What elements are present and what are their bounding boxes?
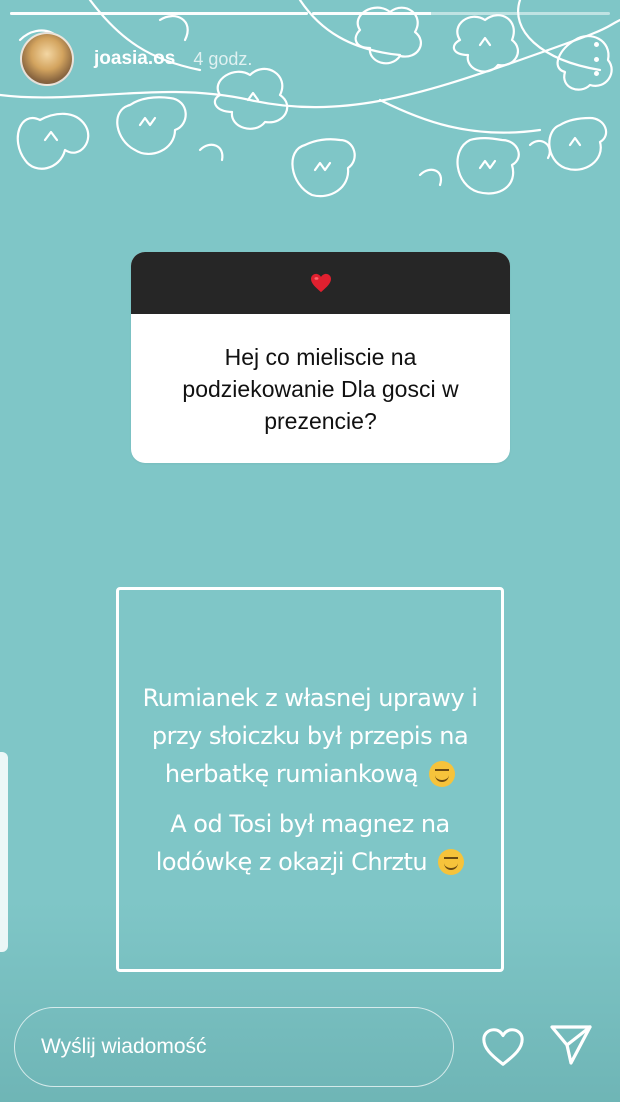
smiling-face-emoji-icon xyxy=(429,760,456,787)
username[interactable]: joasia.os xyxy=(94,48,175,70)
reply-placeholder: Wyślij wiadomość xyxy=(41,1035,207,1058)
reply-message-input[interactable]: Wyślij wiadomość xyxy=(14,1007,454,1087)
question-sticker: Hej co mieliscie na podziekowanie Dla go… xyxy=(131,252,510,463)
question-text: Hej co mieliscie na podziekowanie Dla go… xyxy=(182,343,459,434)
heart-icon[interactable] xyxy=(480,1025,526,1069)
progress-segment-1 xyxy=(10,12,308,15)
progress-segment-2 xyxy=(312,12,610,15)
heart-emoji-icon xyxy=(310,273,331,293)
side-edge-card xyxy=(0,752,8,952)
more-options-icon[interactable] xyxy=(586,40,606,78)
answer-box: Rumianek z własnej uprawy i przy słoiczk… xyxy=(116,587,504,972)
answer-paragraph-2: A od Tosi był magnez na lodówkę z okazji… xyxy=(119,805,501,881)
avatar[interactable] xyxy=(20,32,74,86)
story-header: joasia.os 4 godz. xyxy=(20,30,600,88)
story-progress xyxy=(10,12,610,15)
post-time: 4 godz. xyxy=(193,48,253,69)
send-icon[interactable] xyxy=(548,1022,594,1068)
question-header xyxy=(131,252,510,314)
smiling-face-emoji-icon xyxy=(438,848,465,875)
answer-paragraph-1: Rumianek z własnej uprawy i przy słoiczk… xyxy=(142,683,478,788)
